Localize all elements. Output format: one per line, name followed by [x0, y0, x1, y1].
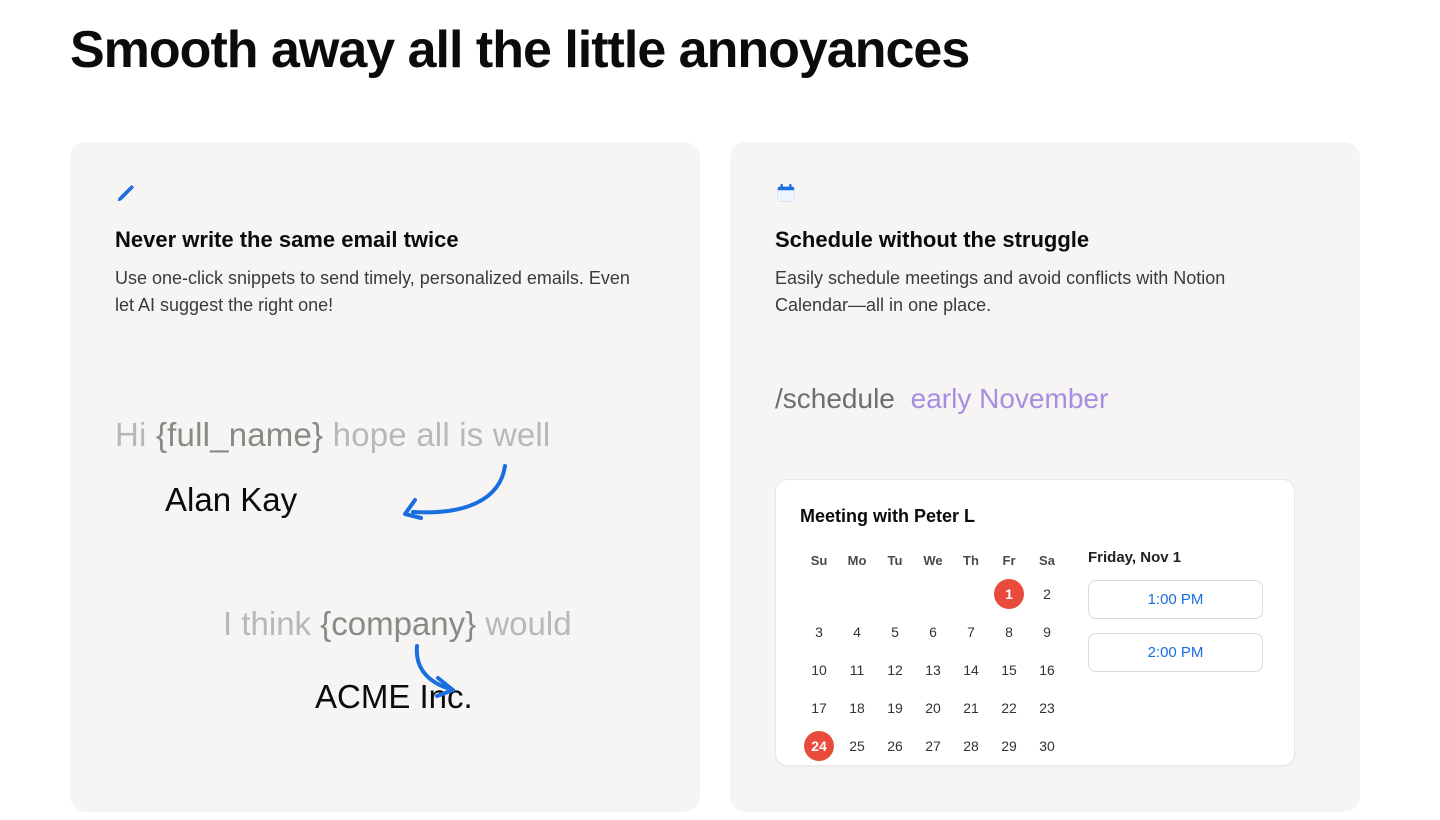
calendar-dow: Su	[800, 545, 838, 575]
calendar-day[interactable]: 30	[1028, 727, 1066, 765]
calendar-day[interactable]: 23	[1028, 689, 1066, 727]
calendar-day[interactable]: 24	[800, 727, 838, 765]
calendar-day[interactable]: 27	[914, 727, 952, 765]
calendar-day[interactable]: 14	[952, 651, 990, 689]
section-title: Smooth away all the little annoyances	[70, 20, 1370, 80]
calendar-day[interactable]: 3	[800, 613, 838, 651]
calendar-day[interactable]: 9	[1028, 613, 1066, 651]
schedule-argument: early November	[911, 383, 1109, 414]
snippets-line2-prefix: I think	[223, 605, 320, 642]
calendar-day[interactable]: 19	[876, 689, 914, 727]
snippets-line1-placeholder: {full_name}	[156, 416, 323, 453]
calendar-day[interactable]: 11	[838, 651, 876, 689]
calendar-day	[800, 575, 838, 613]
calendar-day[interactable]: 4	[838, 613, 876, 651]
time-slot-button[interactable]: 1:00 PM	[1088, 580, 1263, 619]
calendar-day[interactable]: 2	[1028, 575, 1066, 613]
card-snippets: Never write the same email twice Use one…	[70, 142, 700, 812]
calendar-day[interactable]: 26	[876, 727, 914, 765]
card-schedule: Schedule without the struggle Easily sch…	[730, 142, 1360, 812]
calendar-day[interactable]: 15	[990, 651, 1028, 689]
calendar-icon	[775, 182, 1315, 209]
card-schedule-description: Easily schedule meetings and avoid confl…	[775, 265, 1295, 319]
calendar-dow: Mo	[838, 545, 876, 575]
pencil-icon	[115, 182, 655, 209]
selected-date-label: Friday, Nov 1	[1088, 549, 1270, 566]
calendar-day[interactable]: 6	[914, 613, 952, 651]
meeting-title: Meeting with Peter L	[800, 506, 1270, 527]
snippets-line1: Hi {full_name} hope all is well	[115, 414, 655, 455]
calendar-day[interactable]: 1	[990, 575, 1028, 613]
calendar-day[interactable]: 16	[1028, 651, 1066, 689]
calendar-day	[914, 575, 952, 613]
arrow-icon	[395, 460, 515, 530]
calendar-day[interactable]: 8	[990, 613, 1028, 651]
snippets-company-fill: ACME Inc.	[315, 676, 655, 717]
calendar-day	[838, 575, 876, 613]
calendar-day[interactable]: 5	[876, 613, 914, 651]
calendar-panel: Meeting with Peter L SuMoTuWeThFrSa 1234…	[775, 479, 1295, 766]
snippets-line2-rest: would	[476, 605, 571, 642]
calendar-dow: Th	[952, 545, 990, 575]
calendar-day[interactable]: 22	[990, 689, 1028, 727]
snippets-line1-rest: hope all is well	[323, 416, 550, 453]
calendar-day	[952, 575, 990, 613]
snippets-name-fill: Alan Kay	[165, 479, 297, 520]
calendar-day[interactable]: 21	[952, 689, 990, 727]
schedule-command-line: /schedule early November	[775, 383, 1315, 415]
calendar-dow: Tu	[876, 545, 914, 575]
time-slot-button[interactable]: 2:00 PM	[1088, 633, 1263, 672]
card-snippets-title: Never write the same email twice	[115, 227, 655, 253]
calendar-day[interactable]: 10	[800, 651, 838, 689]
calendar-day[interactable]: 20	[914, 689, 952, 727]
card-schedule-title: Schedule without the struggle	[775, 227, 1315, 253]
calendar-day[interactable]: 29	[990, 727, 1028, 765]
snippets-demo: Hi {full_name} hope all is well Alan Kay…	[115, 414, 655, 717]
snippets-line1-hi: Hi	[115, 416, 156, 453]
calendar-day[interactable]: 17	[800, 689, 838, 727]
calendar-day[interactable]: 28	[952, 727, 990, 765]
schedule-command: /schedule	[775, 383, 895, 414]
calendar-day[interactable]: 18	[838, 689, 876, 727]
calendar-dow: We	[914, 545, 952, 575]
snippets-line2-placeholder: {company}	[320, 605, 476, 642]
calendar-day[interactable]: 12	[876, 651, 914, 689]
calendar-grid: SuMoTuWeThFrSa 1234567891011121314151617…	[800, 545, 1066, 765]
card-snippets-description: Use one-click snippets to send timely, p…	[115, 265, 635, 319]
calendar-dow: Fr	[990, 545, 1028, 575]
calendar-dow: Sa	[1028, 545, 1066, 575]
calendar-day[interactable]: 7	[952, 613, 990, 651]
cards-row: Never write the same email twice Use one…	[70, 142, 1370, 812]
calendar-day[interactable]: 13	[914, 651, 952, 689]
calendar-day[interactable]: 25	[838, 727, 876, 765]
calendar-day	[876, 575, 914, 613]
snippets-line2: I think {company} would	[223, 603, 655, 644]
calendar-time-pane: Friday, Nov 1 1:00 PM 2:00 PM	[1088, 545, 1270, 765]
